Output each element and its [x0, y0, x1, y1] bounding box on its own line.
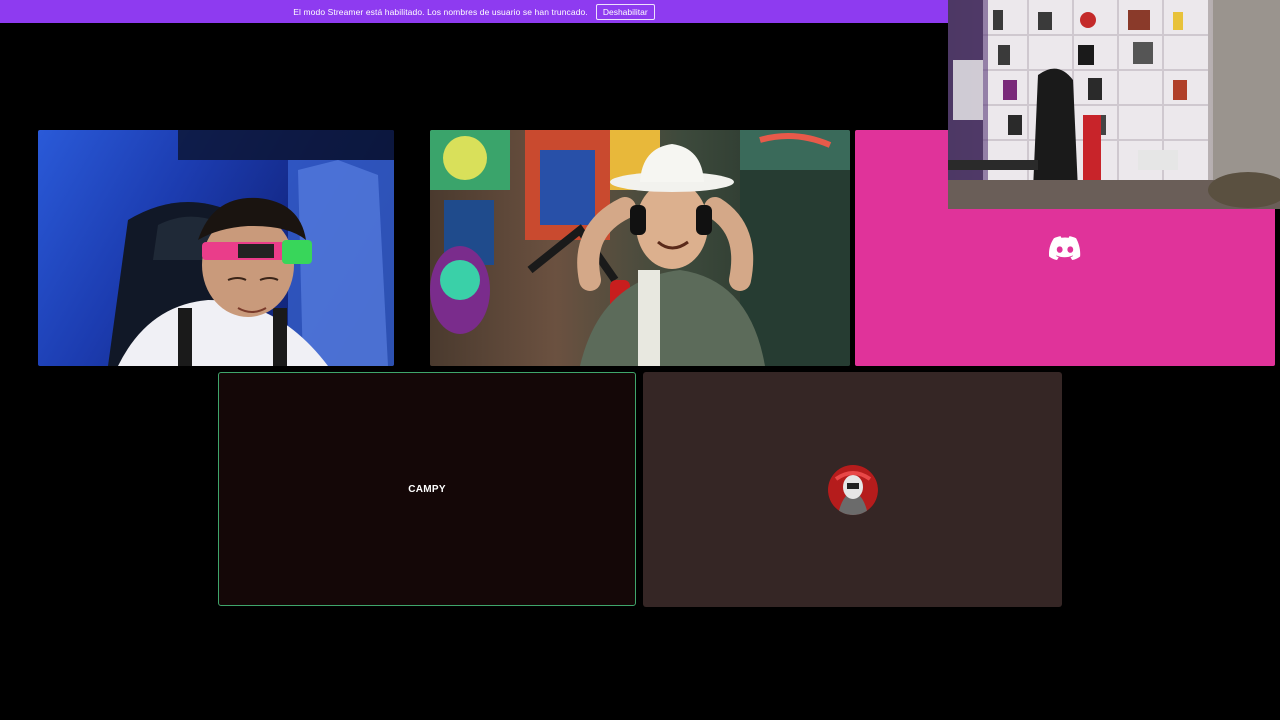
voice-call-stage: El modo Streamer está habilitado. Los no… [0, 0, 1280, 720]
disable-streamer-mode-button[interactable]: Deshabilitar [595, 3, 655, 20]
participant-name: CAMPY [408, 483, 446, 495]
participant-video-tile-1[interactable] [38, 130, 394, 366]
user-avatar [827, 464, 878, 515]
participant-video-frame [108, 130, 394, 366]
streamer-webcam-overlay [948, 0, 1280, 209]
participant-video-frame [430, 130, 850, 366]
streamer-mode-message: El modo Streamer está habilitado. Los no… [293, 6, 588, 17]
participant-name-container: CAMPY [219, 373, 635, 605]
avatar-container [643, 372, 1062, 607]
streamer-mode-banner: El modo Streamer está habilitado. Los no… [0, 0, 948, 23]
participant-tile-campy[interactable]: CAMPY [218, 372, 636, 606]
participant-avatar-tile[interactable] [643, 372, 1062, 607]
webcam-frame [948, 0, 1280, 209]
participant-video-tile-2[interactable] [430, 130, 850, 366]
discord-icon [1049, 236, 1081, 260]
avatar-image [827, 464, 878, 515]
